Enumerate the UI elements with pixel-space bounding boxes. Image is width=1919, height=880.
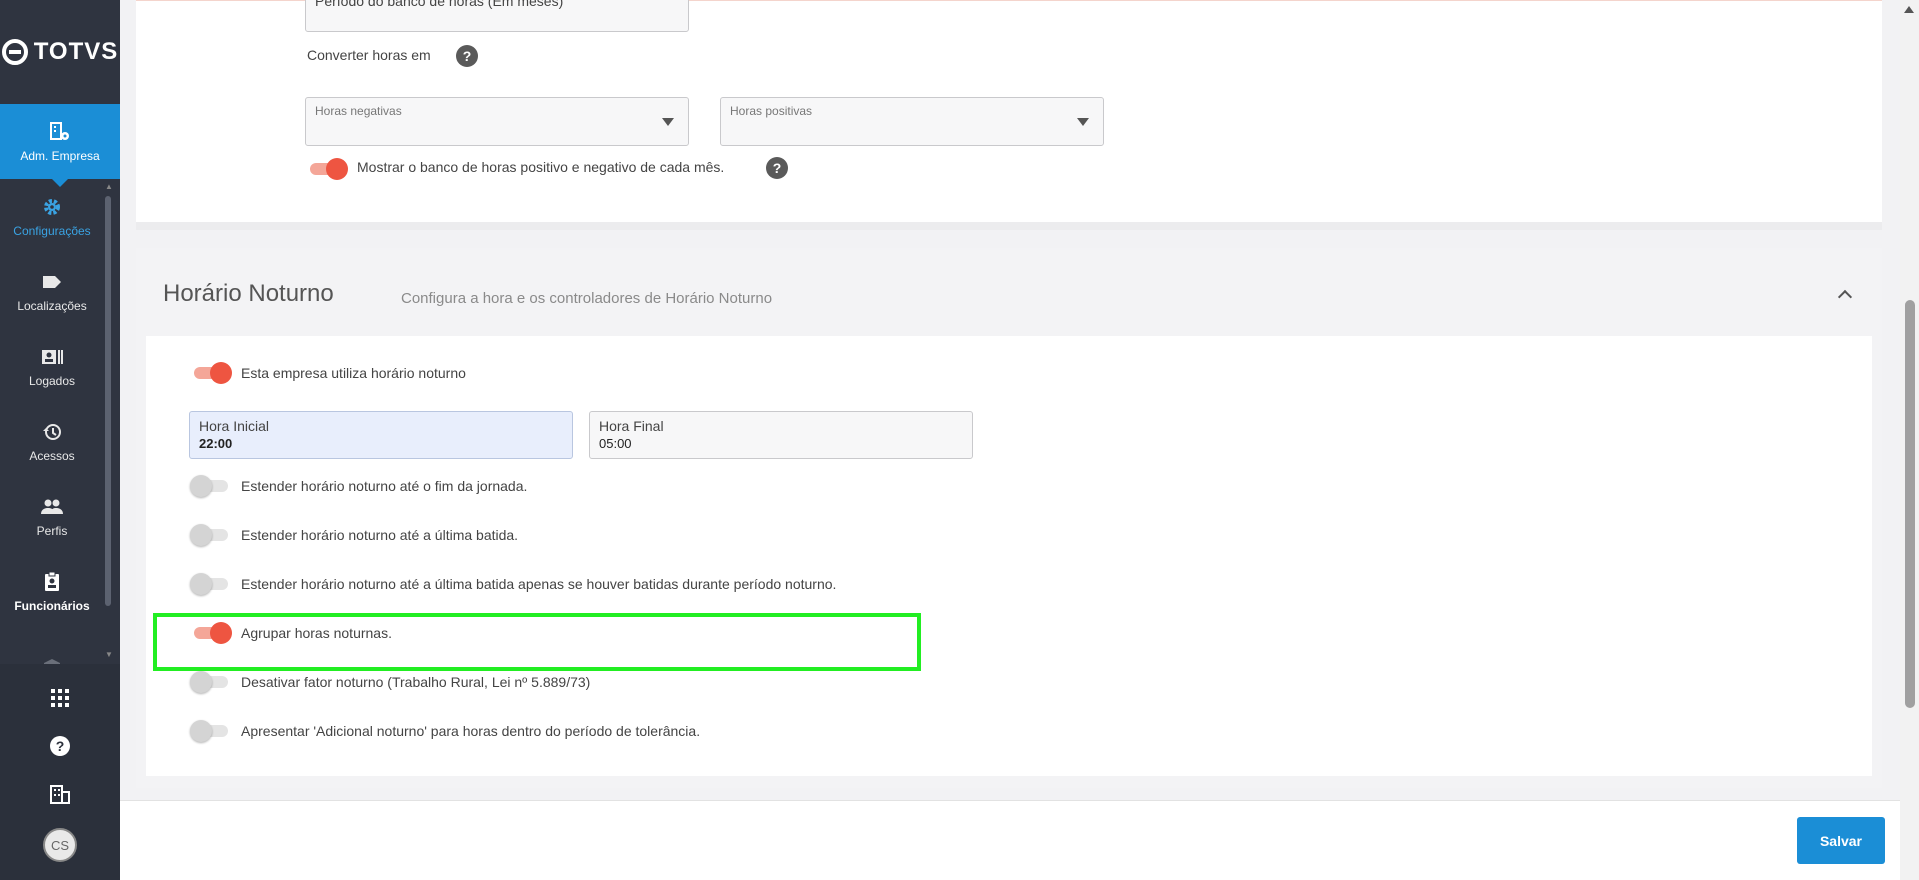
start-hour-value: 22:00 [199,436,233,451]
badge-icon [41,571,63,593]
convert-help-icon[interactable]: ? [456,45,478,67]
sidebar-item-funcionarios[interactable]: Funcionários [0,554,104,629]
chevron-up-icon[interactable] [1837,289,1853,305]
gear-icon [41,196,63,218]
brand-name: TOTVS [33,38,119,65]
nav-adm-empresa-label: Adm. Empresa [20,148,100,163]
section-title: Horário Noturno [163,280,334,307]
scrollbar-thumb[interactable] [1905,300,1915,708]
sidebar-item-partial [0,629,104,664]
chevron-down-icon [662,118,674,126]
chevron-down-icon [1077,118,1089,126]
section-subtitle: Configura a hora e os controladores de H… [401,290,773,307]
sidebar-item-label: Logados [28,373,76,388]
positive-hours-select[interactable]: Horas positivas [720,97,1104,146]
disable-night-factor-toggle[interactable] [190,671,230,693]
footer-bar: Salvar [120,800,1900,880]
show-monthly-help-icon[interactable]: ? [766,157,788,179]
page-scrollbar[interactable] [1900,0,1919,880]
history-icon [41,421,63,443]
disable-night-factor-label: Desativar fator noturno (Trabalho Rural,… [241,674,591,690]
nav-adm-empresa[interactable]: Adm. Empresa [0,104,120,187]
night-bonus-tolerance-label: Apresentar 'Adicional noturno' para hora… [241,723,701,739]
help-icon[interactable]: ? [46,732,74,760]
sidebar-scroll-down-icon[interactable]: ▼ [104,650,114,659]
main-content: Período do banco de horas (Em meses) Con… [120,0,1900,800]
sidebar-item-acessos[interactable]: Acessos [0,404,104,479]
start-hour-field[interactable]: Hora Inicial 22:00 [189,411,573,459]
users-icon [41,496,63,518]
totvs-logo[interactable]: TOTVS [0,0,120,104]
show-monthly-toggle[interactable] [308,158,348,180]
positive-hours-placeholder: Horas positivas [730,104,813,118]
sidebar-item-perfis[interactable]: Perfis [0,479,104,554]
scroll-up-icon[interactable] [1904,6,1914,13]
save-button[interactable]: Salvar [1797,817,1885,864]
sidebar-item-label: Localizações [17,298,87,313]
sidebar-item-configuracoes[interactable]: Configurações [0,179,104,254]
night-shift-body: Esta empresa utiliza horário noturno Hor… [146,336,1872,776]
night-shift-header[interactable]: Horário Noturno Configura a hora e os co… [136,248,1882,336]
bank-period-field[interactable]: Período do banco de horas (Em meses) [305,0,689,32]
tag-icon [41,271,63,293]
convert-hours-label: Converter horas em [307,47,431,63]
negative-hours-select[interactable]: Horas negativas [305,97,689,146]
extend-last-punch-toggle[interactable] [190,524,230,546]
totvs-logo-icon [1,39,28,65]
end-hour-field[interactable]: Hora Final 05:00 [589,411,973,459]
bank-hours-card: Período do banco de horas (Em meses) Con… [136,0,1882,230]
uses-night-toggle[interactable] [192,362,232,384]
negative-hours-placeholder: Horas negativas [315,104,402,118]
uses-night-label: Esta empresa utiliza horário noturno [241,365,466,381]
extend-end-of-shift-label: Estender horário noturno até o fim da jo… [241,478,528,494]
start-hour-label: Hora Inicial [199,418,270,434]
company-settings-icon [49,121,71,143]
box-icon [41,656,63,664]
svg-text:?: ? [56,738,65,754]
sidebar-item-logados[interactable]: Logados [0,329,104,404]
building-icon[interactable] [46,780,74,808]
extend-last-punch-if-night-label: Estender horário noturno até a última ba… [241,576,837,592]
bank-period-placeholder: Período do banco de horas (Em meses) [315,0,564,9]
avatar[interactable]: CS [43,828,77,862]
sidebar-item-label: Configurações [13,223,91,238]
night-shift-section: Horário Noturno Configura a hora e os co… [136,248,1882,788]
sidebar-item-localizacoes[interactable]: Localizações [0,254,104,329]
extend-end-of-shift-toggle[interactable] [190,475,230,497]
sidebar-scrollbar[interactable] [104,184,112,654]
sidebar-item-label: Perfis [36,523,68,538]
extend-last-punch-label: Estender horário noturno até a última ba… [241,527,519,543]
extend-last-punch-if-night-toggle[interactable] [190,573,230,595]
sidebar-item-label: Acessos [29,448,75,463]
id-card-icon [41,346,63,368]
end-hour-value: 05:00 [599,436,632,451]
sidebar: TOTVS Adm. Empresa Configurações Localiz… [0,0,120,880]
night-bonus-tolerance-toggle[interactable] [190,720,230,742]
apps-grid-icon[interactable] [46,684,74,712]
show-monthly-label: Mostrar o banco de horas positivo e nega… [357,159,725,175]
sidebar-item-label: Funcionários [14,598,90,613]
sidebar-nav: Configurações Localizações Logados Acess… [0,179,104,664]
highlight-box [153,613,921,671]
sidebar-bottom: ? CS [0,664,120,880]
end-hour-label: Hora Final [599,418,664,434]
